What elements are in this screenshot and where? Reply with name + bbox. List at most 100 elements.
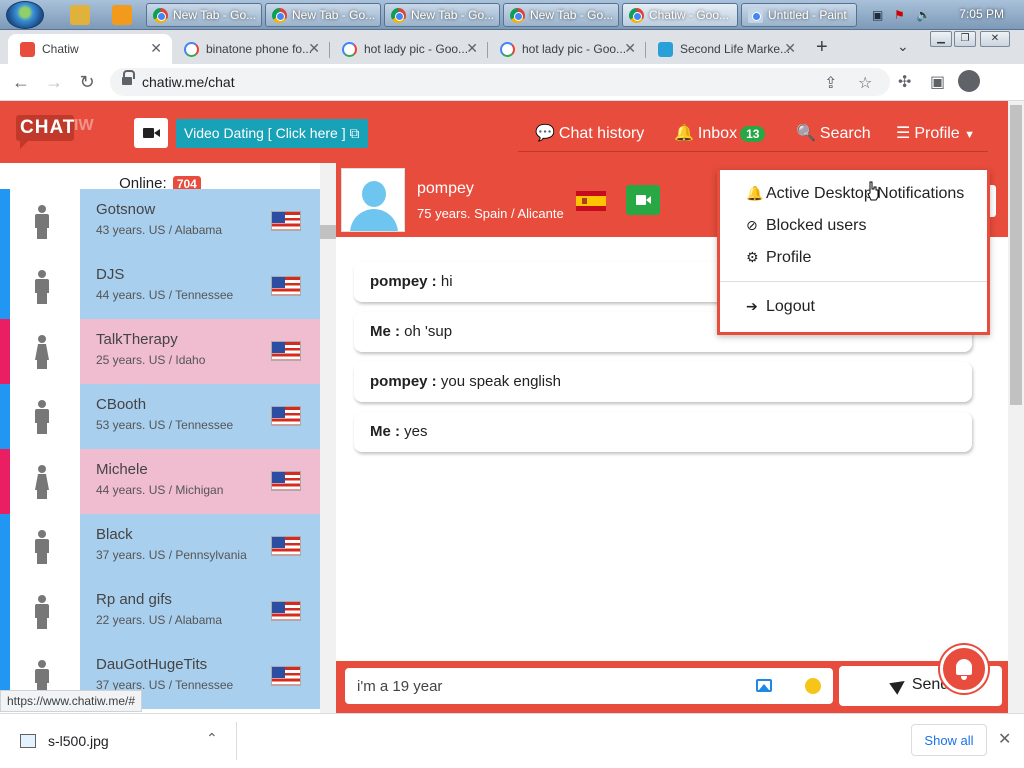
link-status-tooltip: https://www.chatiw.me/# [0,690,143,712]
video-call-button[interactable] [626,185,660,215]
reload-icon[interactable]: ↻ [76,71,98,93]
tab-hot-lady-1[interactable]: hot lady pic - Goo... ✕ [330,34,488,64]
gender-stripe [0,449,10,514]
user-card[interactable]: Michele 44 years. US / Michigan [80,449,320,514]
browser-tab-strip: Chatiw ✕ binatone phone fo... ✕ hot lady… [0,30,1024,64]
user-row[interactable]: Michele 44 years. US / Michigan [0,449,320,514]
taskbar-task-label: New Tab - Go... [411,8,495,22]
new-tab-button[interactable]: + [816,36,828,59]
close-icon[interactable]: ✕ [150,40,162,57]
taskbar-task-6[interactable]: Untitled - Paint [741,3,857,27]
taskbar-task-3[interactable]: New Tab - Go... [384,3,500,27]
google-icon [500,42,515,57]
extensions-puzzle-icon[interactable]: ✣ [898,72,911,92]
user-card[interactable]: CBooth 53 years. US / Tennessee [80,384,320,449]
external-link-icon: ⧉ [349,125,360,141]
close-icon[interactable]: ✕ [466,40,478,57]
clock[interactable]: 7:05 PM [959,7,1004,21]
user-row[interactable]: Gotsnow 43 years. US / Alabama [0,189,320,254]
address-bar[interactable]: chatiw.me/chat ⇪ ☆ [110,68,890,96]
page-scrollbar[interactable] [1008,101,1024,713]
user-card[interactable]: Black 37 years. US / Pennsylvania [80,514,320,579]
share-icon[interactable]: ⇪ [824,73,837,93]
user-row[interactable]: Black 37 years. US / Pennsylvania [0,514,320,579]
close-icon[interactable]: ✕ [784,40,796,57]
close-icon[interactable]: ✕ [624,40,636,57]
message-text: yes [400,423,428,440]
taskbar-task-label: Untitled - Paint [768,8,847,22]
gender-cell [10,319,80,384]
tab-hot-lady-2[interactable]: hot lady pic - Goo... ✕ [488,34,646,64]
tab-search-chevron-icon[interactable]: ⌄ [897,38,909,55]
partner-name[interactable]: pompey [417,180,474,198]
chevron-up-icon[interactable]: ⌃ [206,730,218,747]
side-panel-icon[interactable]: ▣ [930,72,945,92]
user-row[interactable]: CBooth 53 years. US / Tennessee [0,384,320,449]
start-button[interactable] [6,1,44,29]
gender-stripe [0,384,10,449]
partner-avatar[interactable] [341,168,405,232]
bookmark-star-icon[interactable]: ☆ [858,73,872,93]
download-file-name[interactable]: s-l500.jpg [48,733,109,749]
flag-alert-icon[interactable]: ⚑ [894,8,908,22]
forward-arrow-icon[interactable]: → [43,71,65,93]
video-dating-button[interactable]: Video Dating [ Click here ] ⧉ [176,119,368,148]
menu-item-blocked-users[interactable]: ⊘ Blocked users [746,217,867,235]
user-card[interactable]: TalkTherapy 25 years. US / Idaho [80,319,320,384]
tab-chatiw[interactable]: Chatiw ✕ [8,34,172,64]
url-text[interactable]: chatiw.me/chat [142,74,235,90]
taskbar-task-5[interactable]: Chatiw - Goo... [622,3,738,27]
user-row[interactable]: Rp and gifs 22 years. US / Alabama [0,579,320,644]
menu-item-profile[interactable]: ⚙ Profile [746,249,811,267]
tab-label: binatone phone fo... [206,42,313,56]
menu-item-desktop-notifications[interactable]: 🔔 Active Desktop Notifications [746,185,964,203]
taskbar-task-2[interactable]: New Tab - Go... [265,3,381,27]
taskbar-task-4[interactable]: New Tab - Go... [503,3,619,27]
user-row[interactable]: DJS 44 years. US / Tennessee [0,254,320,319]
back-arrow-icon[interactable]: ← [10,71,32,93]
menu-item-label: Active Desktop Notifications [766,185,965,202]
compose-bar: Send [336,661,1008,713]
taskbar-task-label: New Tab - Go... [292,8,376,22]
user-meta: 44 years. US / Michigan [96,483,224,497]
close-icon[interactable]: ✕ [998,729,1011,749]
taskbar-task-1[interactable]: New Tab - Go... [146,3,262,27]
nav-search[interactable]: 🔍 Search [796,123,871,143]
lock-icon[interactable] [122,70,135,85]
gender-stripe [0,319,10,384]
female-icon [35,465,49,499]
tab-label: hot lady pic - Goo... [522,42,627,56]
user-meta: 25 years. US / Idaho [96,353,206,367]
message-bubble: pompey : you speak english [354,362,972,402]
nav-profile[interactable]: ☰ Profile ▼ [896,123,975,143]
profile-avatar-icon[interactable] [958,70,980,92]
scrollbar-thumb[interactable] [320,225,336,239]
show-all-button[interactable]: Show all [911,724,987,756]
restore-button[interactable]: ❐ [954,31,976,47]
nav-inbox[interactable]: 🔔 Inbox 13 [674,123,766,143]
emoji-icon[interactable] [805,678,821,694]
nav-chat-history[interactable]: 💬 Chat history [535,123,644,143]
user-card[interactable]: Gotsnow 43 years. US / Alabama [80,189,320,254]
close-window-button[interactable]: ✕ [980,31,1010,47]
tab-second-life[interactable]: Second Life Marke... ✕ [646,34,806,64]
scrollbar-thumb[interactable] [1010,105,1022,405]
bell-icon: 🔔 [674,125,694,142]
menu-item-logout[interactable]: ➔ Logout [746,298,815,316]
user-card[interactable]: Rp and gifs 22 years. US / Alabama [80,579,320,644]
video-chat-button[interactable] [134,118,168,148]
minimize-button[interactable]: ▁ [930,31,952,47]
close-icon[interactable]: ✕ [308,40,320,57]
network-icon[interactable]: ▣ [872,8,886,22]
volume-icon[interactable]: 🔈 [916,8,931,22]
users-scrollbar[interactable] [320,163,336,713]
chatiw-logo[interactable]: CHAT IW [16,113,96,149]
notification-bell-button[interactable] [940,645,988,693]
tab-binatone[interactable]: binatone phone fo... ✕ [172,34,330,64]
user-card[interactable]: DJS 44 years. US / Tennessee [80,254,320,319]
chat-scrollbar[interactable] [992,237,1008,661]
media-player-icon[interactable] [112,5,132,25]
explorer-icon[interactable] [70,5,90,25]
image-upload-icon[interactable] [756,679,772,692]
user-row[interactable]: TalkTherapy 25 years. US / Idaho [0,319,320,384]
